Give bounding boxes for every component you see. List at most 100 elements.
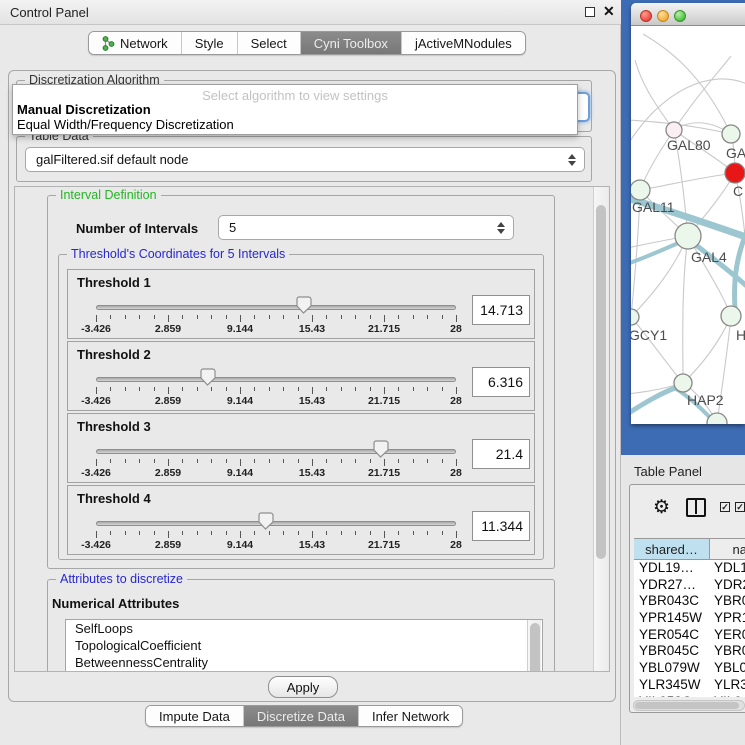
threshold-slider-track[interactable] [96,521,456,526]
threshold-value-field[interactable]: 21.4 [472,439,530,469]
network-node-ga[interactable] [722,125,740,143]
minor-tick [427,531,428,535]
tab-jactivemnodules[interactable]: jActiveMNodules [402,32,525,54]
tab-discretize-data[interactable]: Discretize Data [244,706,359,726]
threshold-slider-thumb[interactable] [372,440,389,457]
threshold-label: Threshold 1 [77,275,151,290]
tick-label: 9.144 [227,539,253,551]
interval-definition-group: Interval Definition Number of Intervals … [47,195,555,569]
control-panel: Control Panel ✕ Network Style Select Cyn… [0,0,621,745]
tab-select[interactable]: Select [238,32,301,54]
network-node[interactable] [707,413,727,424]
network-node-gcy1[interactable] [631,309,639,325]
threshold-slider-track[interactable] [96,449,456,454]
close-traffic-icon[interactable] [640,10,652,22]
node-label: HAP2 [687,392,724,408]
node-label: GAL80 [667,137,711,153]
minor-tick [341,531,342,535]
threshold-slider-track[interactable] [96,377,456,382]
minor-tick [269,459,270,463]
threshold-slider-track[interactable] [96,305,456,310]
numerical-attributes-list[interactable]: SelfLoopsTopologicalCoefficientBetweenne… [65,619,543,672]
tick-label: 21.715 [368,323,400,335]
column-header-shared[interactable]: shared… [634,539,710,559]
minor-tick [283,387,284,391]
attribute-list-item[interactable]: BetweennessCentrality [66,654,542,671]
zoom-traffic-icon[interactable] [674,10,686,22]
checked-box-icon[interactable]: ✓ [735,502,745,512]
attributes-list-scrollbar[interactable] [527,620,541,672]
major-tick [240,387,241,394]
table-data-combobox[interactable]: galFiltered.sif default node [25,147,585,172]
major-tick [240,459,241,466]
threshold-value-field[interactable]: 6.316 [472,367,530,397]
minor-tick [182,387,183,391]
major-tick [456,459,457,466]
network-canvas[interactable]: GAL80GACGAL11GAL4GCY1HHAP2 [631,26,745,424]
minor-tick [139,459,140,463]
table-row[interactable]: YBL079WYBL0 [634,660,745,677]
network-node-gal4[interactable] [675,223,701,249]
minor-tick [341,387,342,391]
close-window-icon[interactable]: ✕ [603,3,615,20]
major-tick [312,459,313,466]
tab-infer-network[interactable]: Infer Network [359,706,462,726]
table-row[interactable]: YBR043CYBR0 [634,593,745,610]
float-window-icon[interactable] [585,7,595,17]
table-row[interactable]: YIL052CYIL0 [634,694,745,698]
minor-tick [211,459,212,463]
algorithm-option-equal-width[interactable]: Equal Width/Frequency Discretization [13,117,577,132]
attribute-list-item[interactable]: SelfLoops [66,620,542,637]
settings-scrollbar-thumb[interactable] [596,205,606,559]
minor-tick [110,531,111,535]
node-table[interactable]: shared… na YDL19…YDL1YDR27…YDR2YBR043CYB… [634,538,745,697]
major-tick [456,531,457,538]
checked-box-icon[interactable]: ✓ [720,502,730,512]
tab-impute-data[interactable]: Impute Data [146,706,244,726]
network-node-h[interactable] [721,306,741,326]
algorithm-dropdown-prompt: Select algorithm to view settings [13,85,577,102]
network-node-gal11[interactable] [631,180,650,200]
split-columns-icon[interactable] [686,498,706,517]
table-row[interactable]: YDL19…YDL1 [634,560,745,577]
threshold-slider-thumb[interactable] [199,368,216,385]
algorithm-option-manual[interactable]: Manual Discretization [13,102,577,117]
minor-tick [326,531,327,535]
cell-shared-name: YDL19… [634,560,710,577]
apply-button[interactable]: Apply [268,676,338,698]
settings-gear-icon[interactable]: ⚙ [653,496,670,519]
tab-style[interactable]: Style [182,32,238,54]
major-tick [312,531,313,538]
minor-tick [197,531,198,535]
network-node-hap2[interactable] [674,374,692,392]
settings-scrollbar[interactable] [593,187,608,671]
table-panel-title: Table Panel [634,464,702,479]
control-panel-titlebar: Control Panel ✕ [0,0,621,25]
numerical-attributes-label: Numerical Attributes [52,596,179,611]
table-row[interactable]: YLR345WYLR3 [634,677,745,694]
tick-label: 9.144 [227,323,253,335]
network-node-c[interactable] [725,163,745,183]
minor-tick [211,315,212,319]
table-horizontal-scrollbar[interactable] [633,700,745,711]
threshold-value-field[interactable]: 11.344 [472,511,530,541]
table-row[interactable]: YBR045CYBR0 [634,643,745,660]
table-row[interactable]: YPR145WYPR1 [634,610,745,627]
table-rows: YDL19…YDL1YDR27…YDR2YBR043CYBR0YPR145WYP… [634,560,745,697]
network-node-gal80[interactable] [666,122,682,138]
minor-tick [226,315,227,319]
threshold-slider-thumb[interactable] [295,296,312,313]
table-row[interactable]: YER054CYER0 [634,627,745,644]
attribute-list-item[interactable]: TopologicalCoefficient [66,637,542,654]
cell-name: YBR0 [710,593,745,610]
column-header-name[interactable]: na [710,539,745,559]
table-row[interactable]: YDR27…YDR2 [634,577,745,594]
tab-cyni-toolbox[interactable]: Cyni Toolbox [301,32,402,54]
threshold-value-field[interactable]: 14.713 [472,295,530,325]
threshold-slider-thumb[interactable] [257,512,274,529]
number-of-intervals-combobox[interactable]: 5 [218,215,514,240]
cell-shared-name: YLR345W [634,677,710,694]
minor-tick [110,387,111,391]
minimize-traffic-icon[interactable] [657,10,669,22]
tab-network[interactable]: Network [89,32,182,54]
